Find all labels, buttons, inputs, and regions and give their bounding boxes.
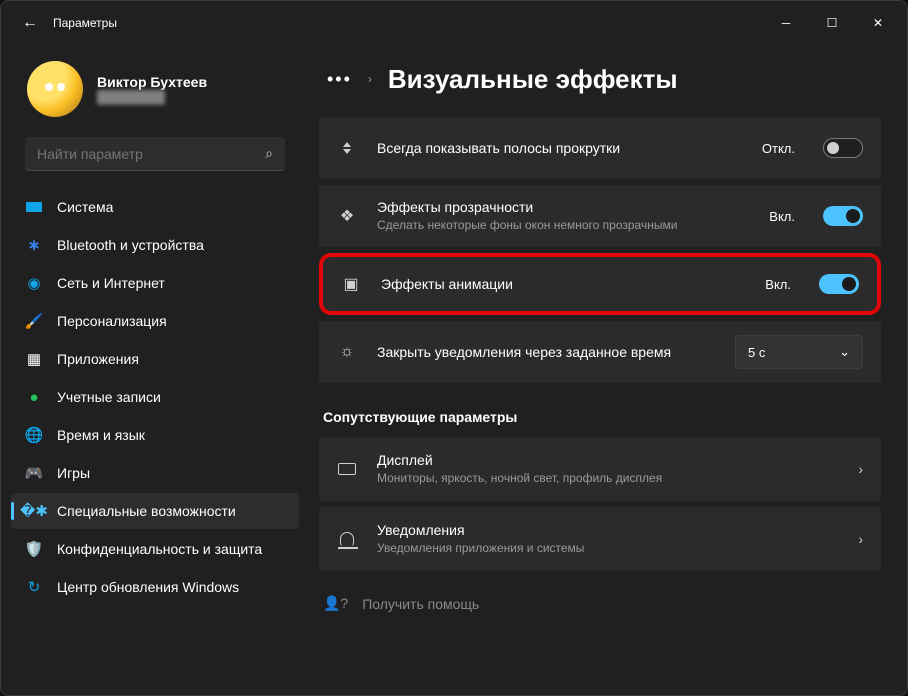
nav-icon: ▦: [25, 350, 43, 368]
setting-animation: ▣ Эффекты анимации Вкл.: [319, 253, 881, 315]
nav-label: Игры: [57, 465, 90, 481]
setting-title: Эффекты анимации: [381, 276, 745, 292]
sidebar-item-4[interactable]: ▦ Приложения: [11, 341, 299, 377]
chevron-down-icon: ⌄: [839, 344, 850, 360]
setting-subtitle: Сделать некоторые фоны окон немного проз…: [377, 217, 749, 233]
select-notification-timeout[interactable]: 5 с ⌄: [735, 335, 863, 369]
bell-icon: [337, 532, 357, 546]
nav-label: Сеть и Интернет: [57, 275, 165, 291]
nav-label: Специальные возможности: [57, 503, 236, 519]
minimize-button[interactable]: ─: [763, 7, 809, 39]
setting-state: Откл.: [762, 141, 795, 156]
nav-label: Bluetooth и устройства: [57, 237, 204, 253]
sidebar-item-1[interactable]: ∗ Bluetooth и устройства: [11, 227, 299, 263]
setting-title: Всегда показывать полосы прокрутки: [377, 140, 742, 156]
sidebar-item-6[interactable]: 🌐 Время и язык: [11, 417, 299, 453]
setting-notification-timeout: ☼ Закрыть уведомления через заданное вре…: [319, 321, 881, 383]
nav-label: Учетные записи: [57, 389, 161, 405]
nav-icon: ●: [25, 389, 43, 406]
nav-icon: [25, 202, 43, 212]
page-title: Визуальные эффекты: [388, 64, 678, 95]
related-title: Дисплей: [377, 452, 838, 468]
sidebar-item-9[interactable]: 🛡️ Конфиденциальность и защита: [11, 531, 299, 567]
brightness-icon: ☼: [337, 343, 357, 361]
sidebar-item-3[interactable]: 🖌️ Персонализация: [11, 303, 299, 339]
profile-email: ████████: [97, 90, 207, 104]
nav-icon: �✱: [25, 502, 43, 520]
related-title: Уведомления: [377, 522, 838, 538]
transparency-icon: ❖: [337, 206, 357, 226]
avatar: [27, 61, 83, 117]
related-display[interactable]: Дисплей Мониторы, яркость, ночной свет, …: [319, 437, 881, 501]
profile-block[interactable]: Виктор Бухтеев ████████: [11, 53, 299, 129]
toggle-scrollbars[interactable]: [823, 138, 863, 158]
help-link[interactable]: 👤? Получить помощь: [319, 577, 881, 612]
nav-label: Время и язык: [57, 427, 145, 443]
nav-label: Приложения: [57, 351, 139, 367]
maximize-button[interactable]: ☐: [809, 7, 855, 39]
related-heading: Сопутствующие параметры: [323, 409, 881, 425]
nav-icon: ◉: [25, 274, 43, 292]
nav-icon: ∗: [25, 236, 43, 254]
sidebar-item-10[interactable]: ↻ Центр обновления Windows: [11, 569, 299, 605]
breadcrumb-overflow-button[interactable]: •••: [327, 69, 352, 90]
sidebar-item-5[interactable]: ● Учетные записи: [11, 379, 299, 415]
back-button[interactable]: ←: [15, 8, 45, 38]
sidebar-item-8[interactable]: �✱ Специальные возможности: [11, 493, 299, 529]
toggle-transparency[interactable]: [823, 206, 863, 226]
nav-icon: 🛡️: [25, 540, 43, 558]
chevron-right-icon: ›: [368, 72, 372, 86]
nav-icon: 🌐: [25, 426, 43, 444]
search-icon: ⌕: [265, 145, 273, 162]
scroll-icon: [337, 142, 357, 154]
nav-icon: ↻: [25, 578, 43, 596]
chevron-right-icon: ›: [858, 531, 863, 547]
sidebar-item-7[interactable]: 🎮 Игры: [11, 455, 299, 491]
animation-icon: ▣: [341, 274, 361, 294]
help-icon: 👤?: [323, 595, 348, 612]
select-value: 5 с: [748, 345, 765, 360]
toggle-animation[interactable]: [819, 274, 859, 294]
close-button[interactable]: ✕: [855, 7, 901, 39]
setting-title: Закрыть уведомления через заданное время: [377, 344, 715, 360]
sidebar-item-2[interactable]: ◉ Сеть и Интернет: [11, 265, 299, 301]
related-notifications[interactable]: Уведомления Уведомления приложения и сис…: [319, 507, 881, 571]
search-input[interactable]: [37, 146, 259, 162]
setting-state: Вкл.: [769, 209, 795, 224]
nav-icon: 🖌️: [25, 312, 43, 330]
setting-state: Вкл.: [765, 277, 791, 292]
nav-label: Центр обновления Windows: [57, 579, 239, 595]
nav-icon: 🎮: [25, 464, 43, 482]
display-icon: [337, 463, 357, 475]
nav-label: Конфиденциальность и защита: [57, 541, 262, 557]
setting-transparency: ❖ Эффекты прозрачности Сделать некоторые…: [319, 185, 881, 247]
sidebar-item-0[interactable]: Система: [11, 189, 299, 225]
nav-label: Персонализация: [57, 313, 167, 329]
setting-scrollbars: Всегда показывать полосы прокрутки Откл.: [319, 117, 881, 179]
window-title: Параметры: [53, 16, 117, 30]
help-label: Получить помощь: [362, 596, 479, 612]
search-box[interactable]: ⌕: [25, 137, 285, 171]
related-subtitle: Мониторы, яркость, ночной свет, профиль …: [377, 470, 838, 486]
profile-name: Виктор Бухтеев: [97, 74, 207, 90]
nav-label: Система: [57, 199, 113, 215]
related-subtitle: Уведомления приложения и системы: [377, 540, 838, 556]
setting-title: Эффекты прозрачности: [377, 199, 749, 215]
chevron-right-icon: ›: [858, 461, 863, 477]
